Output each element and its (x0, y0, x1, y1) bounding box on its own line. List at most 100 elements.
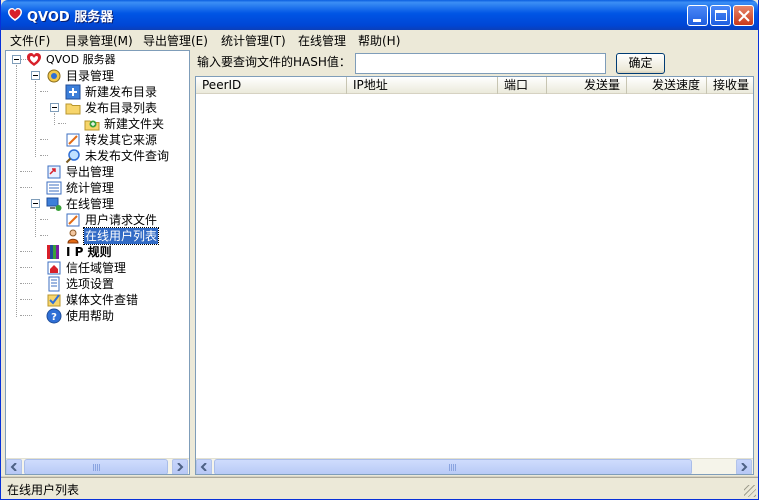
column-header-peerid[interactable]: PeerID (196, 77, 347, 94)
status-bar: 在线用户列表 (1, 476, 758, 499)
scroll-thumb[interactable] (24, 459, 168, 474)
tree-item-label: 用户请求文件 (85, 213, 158, 227)
maximize-icon (715, 10, 727, 21)
tree-item-label: 统计管理 (66, 181, 115, 195)
content-pane: 输入要查询文件的HASH值： 确定 PeerID IP地址 端口 发送量 发送速… (195, 50, 756, 475)
scroll-right-button[interactable] (736, 459, 752, 474)
scroll-grip (449, 464, 456, 471)
column-header-port[interactable]: 端口 (498, 77, 547, 94)
tree-line (20, 299, 32, 300)
column-header-send-speed[interactable]: 发送速度 (627, 77, 707, 94)
tree-item-label: I P 规则 (66, 245, 112, 259)
tree-item-label: QVOD 服务器 (46, 53, 116, 66)
scroll-left-button[interactable] (196, 459, 212, 474)
folder-icon (65, 103, 81, 115)
online-manage-icon (46, 197, 62, 211)
qvod-logo-icon (8, 8, 22, 21)
scroll-right-button[interactable] (172, 459, 188, 474)
tree-item-label: 使用帮助 (66, 309, 115, 323)
trust-domain-icon (47, 261, 61, 275)
tree-line (54, 113, 55, 125)
online-user-icon (67, 229, 79, 244)
tree-line (35, 81, 36, 157)
tree-horizontal-scrollbar[interactable] (6, 458, 189, 474)
tree-line (40, 235, 48, 236)
confirm-button[interactable]: 确定 (616, 53, 665, 74)
navigation-tree[interactable]: QVOD 服务器 目录管理 新建发布目录 发布目录列表 新建文件夹 转发其它来源… (5, 50, 190, 475)
collapse-toggle[interactable] (31, 199, 40, 208)
menu-stats[interactable]: 统计管理(T) (221, 32, 286, 49)
tree-item-label: 目录管理 (66, 69, 115, 83)
tree-line (20, 267, 32, 268)
hash-query-label: 输入要查询文件的HASH值： (197, 55, 351, 69)
minimize-icon (693, 19, 701, 22)
column-header-received[interactable]: 接收量 (707, 77, 753, 94)
arrow-left-icon (200, 463, 207, 471)
title-bar[interactable]: QVOD 服务器 (1, 0, 758, 30)
tree-line (40, 91, 48, 92)
help-icon: ? (46, 308, 62, 324)
tree-line (58, 123, 66, 124)
tree-item-label: 转发其它来源 (85, 133, 158, 147)
arrow-left-icon (10, 463, 17, 471)
tree-line (20, 251, 32, 252)
column-header-sent[interactable]: 发送量 (547, 77, 627, 94)
tree-line (20, 283, 32, 284)
tree-line (20, 315, 32, 316)
tree-item-label: 新建文件夹 (104, 117, 165, 131)
window-title: QVOD 服务器 (27, 10, 114, 25)
tree-line (35, 209, 36, 237)
tree-line (40, 219, 48, 220)
table-horizontal-scrollbar[interactable] (196, 458, 753, 474)
stats-icon (46, 181, 62, 195)
menu-export[interactable]: 导出管理(E) (143, 32, 208, 49)
scroll-grip (93, 464, 100, 471)
tree-item-label: 新建发布目录 (85, 85, 158, 99)
search-icon (65, 149, 80, 164)
tree-line (40, 155, 48, 156)
hash-input[interactable] (355, 53, 606, 74)
scroll-thumb[interactable] (214, 459, 692, 474)
tree-line (40, 139, 48, 140)
tree-item-label: 在线管理 (66, 197, 115, 211)
status-divider (1, 477, 758, 478)
status-text: 在线用户列表 (7, 483, 80, 497)
options-icon (48, 276, 60, 292)
menu-online[interactable]: 在线管理 (298, 32, 346, 49)
collapse-toggle[interactable] (12, 55, 21, 64)
media-check-icon (47, 294, 61, 307)
close-icon (738, 10, 750, 22)
tree-item-label: 导出管理 (66, 165, 115, 179)
table-header: PeerID IP地址 端口 发送量 发送速度 接收量 (196, 77, 753, 94)
qvod-heart-icon (27, 53, 41, 66)
close-button[interactable] (733, 5, 754, 26)
menu-bar: 文件(F) 目录管理(M) 导出管理(E) 统计管理(T) 在线管理 帮助(H) (1, 30, 758, 50)
export-icon (47, 165, 61, 179)
tree-item-label: 媒体文件查错 (66, 293, 139, 307)
new-publish-dir-icon (65, 84, 81, 100)
arrow-right-icon (741, 463, 748, 471)
collapse-toggle[interactable] (50, 103, 59, 112)
column-header-ip[interactable]: IP地址 (347, 77, 498, 94)
menu-help[interactable]: 帮助(H) (358, 32, 400, 49)
tree-line (20, 187, 32, 188)
scroll-left-button[interactable] (6, 459, 22, 474)
directory-manage-icon (47, 69, 61, 83)
resize-grip[interactable] (744, 485, 756, 497)
ip-rule-icon (47, 245, 59, 259)
app-window: QVOD 服务器 文件(F) 目录管理(M) 导出管理(E) 统计管理(T) 在… (0, 0, 759, 500)
new-folder-icon (84, 120, 100, 131)
svg-text:?: ? (51, 312, 57, 323)
tree-item-label: 信任域管理 (66, 261, 127, 275)
menu-file[interactable]: 文件(F) (10, 32, 50, 49)
user-request-icon (66, 213, 80, 227)
tree-item-label: 选项设置 (66, 277, 115, 291)
collapse-toggle[interactable] (31, 71, 40, 80)
forward-icon (66, 133, 80, 147)
maximize-button[interactable] (710, 5, 731, 26)
tree-line (20, 171, 32, 172)
tree-item-label: 发布目录列表 (85, 101, 158, 115)
online-user-table[interactable]: PeerID IP地址 端口 发送量 发送速度 接收量 (195, 76, 754, 475)
minimize-button[interactable] (687, 5, 708, 26)
menu-directory[interactable]: 目录管理(M) (65, 32, 133, 49)
